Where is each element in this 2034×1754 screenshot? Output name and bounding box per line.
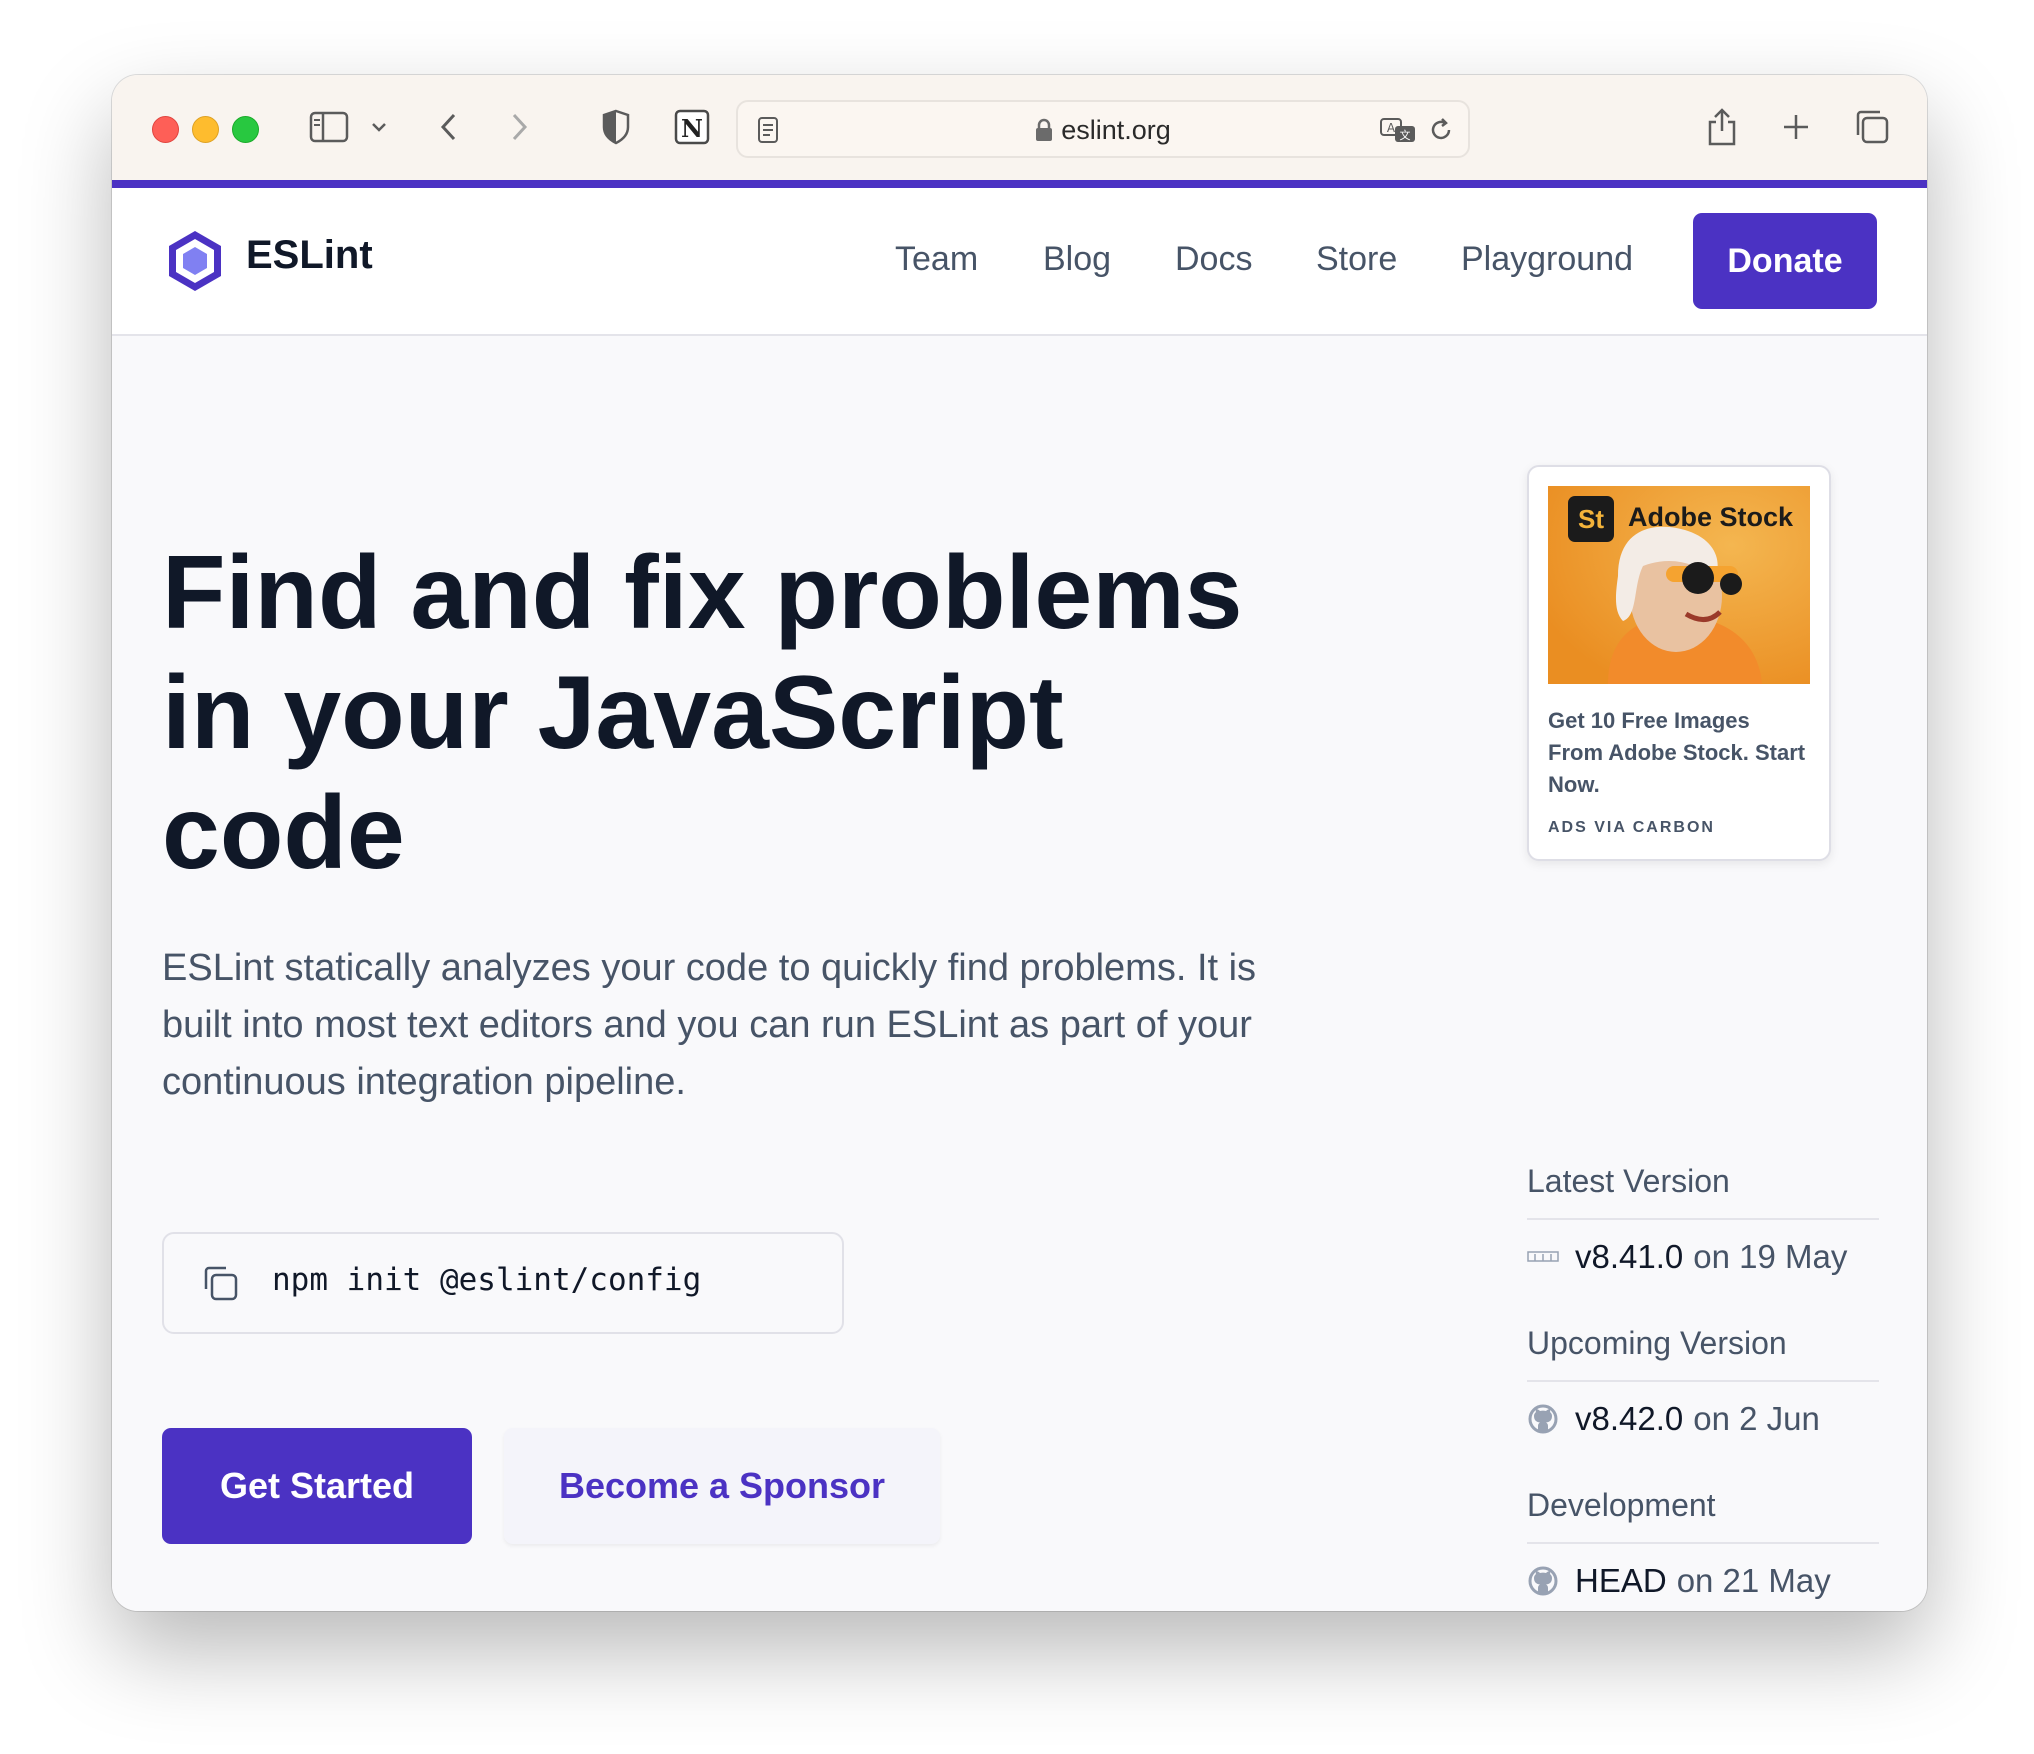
github-icon bbox=[1527, 1565, 1559, 1597]
latest-version-number: v8.41.0 bbox=[1575, 1238, 1684, 1275]
upcoming-version-label: Upcoming Version bbox=[1527, 1325, 1787, 1361]
latest-version-date: on 19 May bbox=[1693, 1238, 1848, 1275]
github-icon bbox=[1527, 1403, 1559, 1435]
url-display[interactable]: eslint.org bbox=[738, 115, 1468, 149]
divider bbox=[1527, 1380, 1879, 1382]
forward-icon[interactable] bbox=[504, 105, 534, 149]
zoom-window-button[interactable] bbox=[232, 116, 259, 143]
development-version: HEAD bbox=[1575, 1562, 1667, 1599]
address-bar[interactable]: eslint.org A文 bbox=[736, 100, 1470, 158]
nav-playground[interactable]: Playground bbox=[1461, 240, 1633, 279]
get-started-button[interactable]: Get Started bbox=[162, 1428, 472, 1544]
development-date: on 21 May bbox=[1676, 1562, 1831, 1599]
install-command: npm init @eslint/config bbox=[272, 1262, 702, 1298]
ad-image[interactable]: St Adobe Stock bbox=[1548, 486, 1810, 684]
carbon-ad[interactable]: St Adobe Stock Get 10 Free Images From A… bbox=[1527, 465, 1831, 861]
url-text: eslint.org bbox=[1061, 115, 1171, 145]
upcoming-version-number: v8.42.0 bbox=[1575, 1400, 1684, 1437]
nav-store[interactable]: Store bbox=[1316, 240, 1397, 279]
share-icon[interactable] bbox=[1704, 105, 1740, 149]
svg-text:A: A bbox=[1387, 121, 1396, 135]
development-version-link[interactable]: HEAD on 21 May bbox=[1527, 1562, 1831, 1600]
development-label: Development bbox=[1527, 1487, 1716, 1523]
accent-line bbox=[112, 180, 1927, 188]
npm-icon bbox=[1527, 1241, 1559, 1273]
translate-icon[interactable]: A文 bbox=[1378, 108, 1418, 152]
donate-button[interactable]: Donate bbox=[1693, 213, 1877, 309]
upcoming-version-link[interactable]: v8.42.0 on 2 Jun bbox=[1527, 1400, 1820, 1438]
brand-name[interactable]: ESLint bbox=[246, 233, 373, 278]
shield-icon[interactable] bbox=[598, 105, 634, 149]
latest-version-link[interactable]: v8.41.0 on 19 May bbox=[1527, 1238, 1847, 1276]
divider bbox=[1527, 1542, 1879, 1544]
nav-team[interactable]: Team bbox=[895, 240, 978, 279]
svg-text:N: N bbox=[681, 114, 703, 143]
upcoming-version-date: on 2 Jun bbox=[1693, 1400, 1820, 1437]
install-command-box[interactable]: npm init @eslint/config bbox=[162, 1232, 844, 1334]
adobe-stock-logo-icon: St bbox=[1568, 496, 1614, 542]
reload-icon[interactable] bbox=[1426, 108, 1456, 152]
lock-icon bbox=[1035, 118, 1053, 149]
tab-overview-icon[interactable] bbox=[1852, 105, 1892, 149]
hero-description: ESLint statically analyzes your code to … bbox=[162, 947, 1257, 1103]
eslint-site: ESLint Team Blog Docs Store Playground D… bbox=[112, 188, 1927, 1611]
hero-title: Find and fix problems in your JavaScript… bbox=[162, 535, 1243, 891]
svg-text:文: 文 bbox=[1400, 128, 1411, 142]
ads-via-carbon-link[interactable]: ADS VIA CARBON bbox=[1548, 819, 1715, 837]
latest-version-label: Latest Version bbox=[1527, 1163, 1730, 1199]
browser-toolbar: N eslint.org A文 bbox=[112, 75, 1927, 180]
sidebar-toggle-icon[interactable] bbox=[307, 105, 351, 149]
eslint-logo-icon[interactable] bbox=[162, 228, 228, 294]
chevron-down-icon[interactable] bbox=[367, 105, 391, 149]
browser-window: N eslint.org A文 ESLint Team Blog Docs St… bbox=[112, 75, 1927, 1611]
ad-text[interactable]: Get 10 Free Images From Adobe Stock. Sta… bbox=[1548, 705, 1808, 801]
close-window-button[interactable] bbox=[152, 116, 179, 143]
nav-blog[interactable]: Blog bbox=[1043, 240, 1111, 279]
minimize-window-button[interactable] bbox=[192, 116, 219, 143]
ad-brand: Adobe Stock bbox=[1628, 502, 1794, 532]
become-sponsor-button[interactable]: Become a Sponsor bbox=[504, 1428, 940, 1544]
nav-docs[interactable]: Docs bbox=[1175, 240, 1252, 279]
back-icon[interactable] bbox=[434, 105, 464, 149]
divider bbox=[1527, 1218, 1879, 1220]
copy-icon[interactable] bbox=[200, 1263, 240, 1303]
new-tab-icon[interactable] bbox=[1778, 105, 1814, 149]
site-nav: ESLint Team Blog Docs Store Playground D… bbox=[112, 188, 1927, 336]
notion-icon[interactable]: N bbox=[672, 105, 712, 149]
